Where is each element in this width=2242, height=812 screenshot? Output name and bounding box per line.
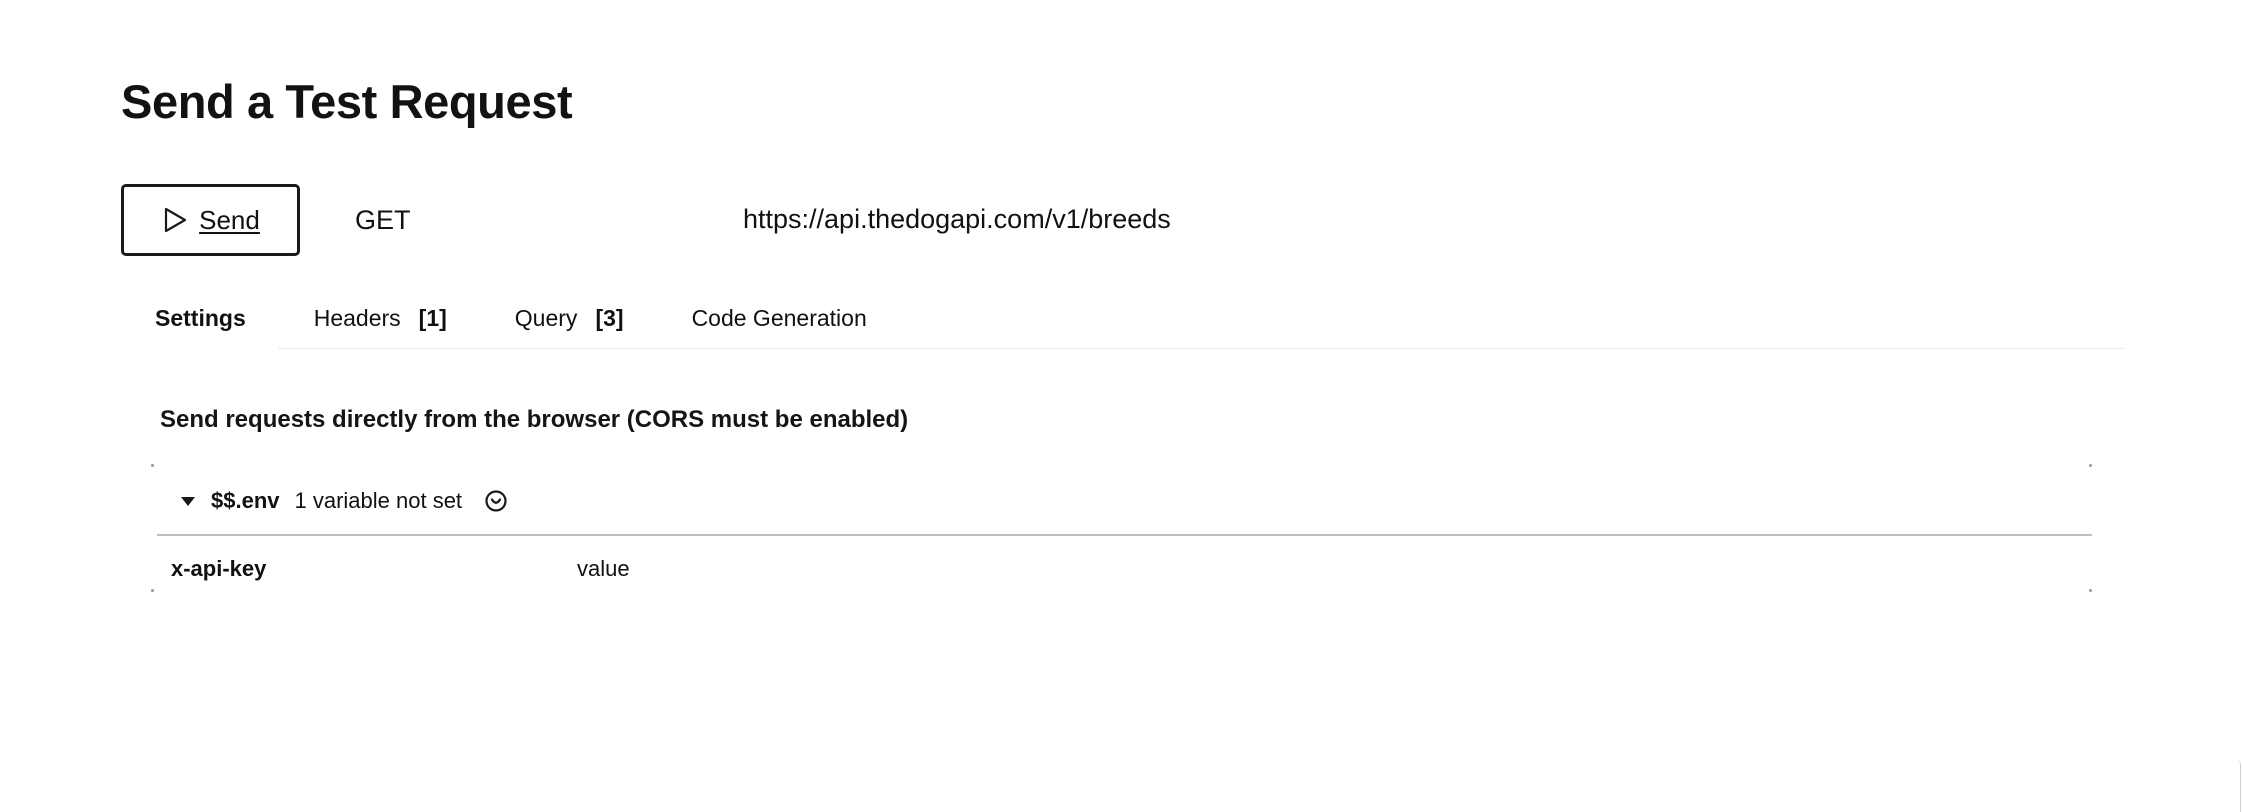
request-tabs: Settings Headers [1] Query [3] Code Gene… — [155, 302, 867, 334]
cors-note: Send requests directly from the browser … — [160, 406, 909, 433]
caret-down-icon — [181, 496, 195, 506]
panel-corner-mark — [151, 464, 154, 467]
panel-corner-mark — [2089, 589, 2092, 592]
panel-corner-mark — [151, 589, 154, 592]
tabs-divider — [279, 348, 2124, 349]
tab-query-count: [3] — [595, 305, 624, 331]
play-icon — [161, 206, 189, 234]
panel-corner-mark — [2089, 464, 2092, 467]
env-panel: $$.env 1 variable not set x-api-key valu… — [150, 464, 2092, 592]
env-status: 1 variable not set — [294, 488, 463, 513]
tab-headers[interactable]: Headers [1] — [314, 302, 447, 334]
send-button-label: Send — [199, 204, 260, 235]
tab-query-label: Query — [514, 305, 578, 331]
send-button[interactable]: Send — [121, 184, 300, 256]
env-variable-row: x-api-key value — [171, 552, 2071, 586]
tab-settings-label: Settings — [155, 305, 246, 331]
request-url[interactable]: https://api.thedogapi.com/v1/breeds — [743, 203, 1171, 235]
tab-settings[interactable]: Settings — [155, 302, 246, 334]
env-name: $$.env — [211, 488, 280, 513]
tab-code-generation[interactable]: Code Generation — [692, 302, 867, 334]
env-variable-value-input[interactable]: value — [577, 552, 630, 586]
env-toggle[interactable]: $$.env 1 variable not set — [181, 486, 508, 516]
tab-query[interactable]: Query [3] — [515, 302, 624, 334]
env-divider — [157, 534, 2092, 536]
request-method[interactable]: GET — [355, 204, 411, 236]
smiley-icon — [484, 489, 508, 513]
tab-headers-count: [1] — [418, 305, 447, 331]
page-title: Send a Test Request — [121, 75, 573, 128]
tab-code-generation-label: Code Generation — [691, 305, 867, 331]
window-edge — [2236, 760, 2241, 812]
tab-headers-label: Headers — [313, 305, 401, 331]
env-variable-key: x-api-key — [171, 556, 267, 581]
